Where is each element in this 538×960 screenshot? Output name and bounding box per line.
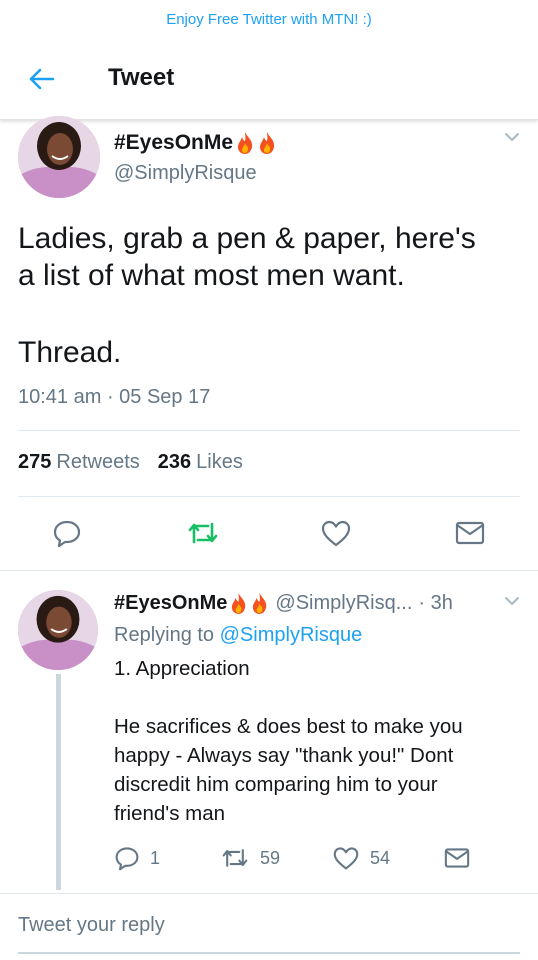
reply-count: 1 (150, 847, 161, 868)
chevron-down-icon (505, 133, 519, 141)
direct-message-button[interactable] (454, 519, 486, 547)
retweets-stat[interactable]: 275 Retweets (18, 451, 140, 474)
divider (0, 893, 538, 894)
fire-icon (229, 592, 248, 615)
promo-banner[interactable]: Enjoy Free Twitter with MTN! :) (0, 0, 538, 38)
reply-author-handle[interactable]: @SimplyRisq... (275, 590, 412, 616)
profile-photo (18, 116, 100, 198)
tweet-stats: 275 Retweets 236 Likes (18, 451, 243, 474)
retweet-icon (222, 849, 248, 867)
tweet-text: Ladies, grab a pen & paper, here's a lis… (18, 220, 523, 371)
avatar[interactable] (18, 590, 98, 670)
message-icon (444, 848, 470, 868)
tweet-text-line: Ladies, grab a pen & paper, here's (18, 222, 476, 255)
replying-to: Replying to @SimplyRisque (114, 622, 362, 648)
tweet-author-name[interactable]: #EyesOnMe (114, 130, 277, 156)
likes-count: 236 (157, 451, 192, 473)
chevron-down-icon (505, 597, 519, 605)
divider (18, 496, 520, 497)
reply-dm-button[interactable] (443, 846, 471, 870)
fire-icon (235, 131, 255, 155)
divider (0, 570, 538, 571)
fire-icon (250, 592, 269, 615)
likes-label: Likes (196, 451, 243, 473)
message-icon (455, 521, 485, 545)
reply-retweet-button[interactable]: 59 (220, 845, 280, 871)
reply-input[interactable]: Tweet your reply (18, 914, 165, 937)
page-title: Tweet (108, 64, 175, 91)
reply-reply-button[interactable]: 1 (114, 845, 160, 871)
reply-icon (53, 520, 81, 548)
reply-text-line: 1. Appreciation (114, 657, 250, 680)
reply-header: #EyesOnMe @SimplyRisq... · 3h (114, 590, 453, 616)
reply-text: 1. Appreciation He sacrifices & does bes… (114, 654, 514, 828)
reply-author-name[interactable]: #EyesOnMe (114, 590, 269, 616)
input-underline (18, 952, 520, 954)
reply-icon (115, 847, 139, 871)
profile-photo (18, 590, 98, 670)
thread-line (56, 674, 61, 890)
reply-text-line: friend's man (114, 802, 226, 825)
like-icon (333, 847, 359, 870)
display-name[interactable]: #EyesOnMe (114, 130, 233, 156)
retweet-icon (188, 522, 218, 544)
reply-button[interactable] (52, 518, 82, 548)
tweet-text-line: a list of what most men want. (18, 259, 405, 292)
arrow-left-icon (29, 68, 55, 90)
likes-stat[interactable]: 236 Likes (158, 451, 243, 474)
fire-icon (257, 131, 277, 155)
display-name[interactable]: #EyesOnMe (114, 590, 227, 616)
tweet-timestamp: 10:41 am · 05 Sep 17 (18, 386, 211, 408)
divider (18, 430, 520, 431)
tweet-text-line: Thread. (18, 336, 122, 369)
retweet-button[interactable] (186, 518, 220, 548)
app-bar: Tweet (0, 38, 538, 120)
reply-menu-button[interactable] (503, 592, 521, 610)
replying-to-label: Replying to (114, 624, 215, 646)
reply-text-line: discredit him comparing him to your (114, 773, 438, 796)
tweet-author-handle[interactable]: @SimplyRisque (114, 160, 257, 186)
replying-to-handle[interactable]: @SimplyRisque (220, 624, 363, 646)
like-count: 54 (370, 847, 391, 868)
like-button[interactable] (320, 518, 352, 548)
avatar[interactable] (18, 116, 100, 198)
retweet-count: 59 (260, 847, 281, 868)
reply-like-button[interactable]: 54 (332, 845, 390, 871)
promo-banner-text[interactable]: Enjoy Free Twitter with MTN! :) (166, 11, 372, 28)
tweet-menu-button[interactable] (503, 128, 521, 146)
reply-text-line: happy - Always say "thank you!" Dont (114, 744, 454, 767)
retweets-label: Retweets (56, 451, 140, 473)
back-button[interactable] (24, 62, 58, 96)
reply-text-line: He sacrifices & does best to make you (114, 715, 463, 738)
reply-time: · 3h (418, 592, 453, 614)
retweets-count: 275 (18, 451, 52, 473)
like-icon (321, 520, 351, 547)
